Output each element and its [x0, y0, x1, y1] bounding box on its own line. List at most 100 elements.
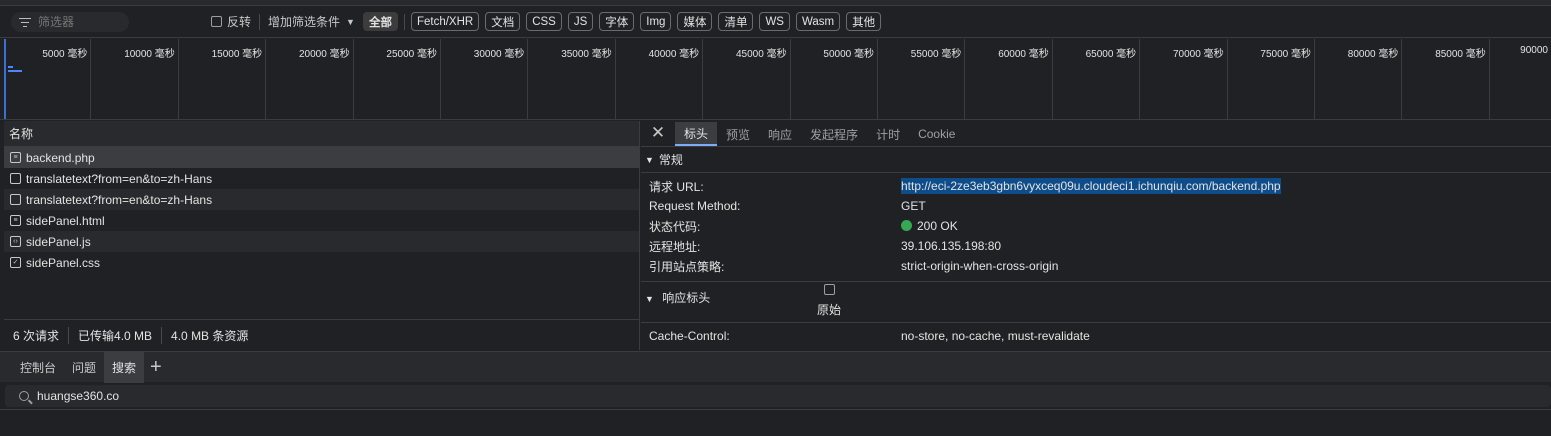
request-details-panel: ✕ 标头 预览 响应 发起程序 计时 Cookie ▼ 常规 请求 URL: h…: [641, 121, 1551, 350]
tab-console[interactable]: 控制台: [12, 352, 64, 383]
tab-search[interactable]: 搜索: [104, 351, 145, 383]
waterfall-overview[interactable]: 5000 毫秒 10000 毫秒 15000 毫秒 20000 毫秒 25000 毫秒 3…: [0, 39, 1551, 120]
timeline-tick-label: 40000 毫秒: [616, 39, 704, 119]
invert-checkbox-box[interactable]: [211, 16, 222, 27]
more-filters-label: 增加筛选条件: [268, 15, 341, 29]
request-row[interactable]: ‹› sidePanel.js: [4, 231, 639, 252]
add-tab-icon[interactable]: +: [150, 357, 162, 377]
request-row[interactable]: ≡ sidePanel.html: [4, 210, 639, 231]
caret-down-icon: ▼: [346, 16, 355, 27]
general-section-header[interactable]: ▼ 常规: [641, 147, 1551, 173]
tab-headers[interactable]: 标头: [675, 122, 718, 146]
more-filters-dropdown[interactable]: 增加筛选条件 ▼: [268, 13, 355, 30]
chip-css[interactable]: CSS: [526, 12, 562, 31]
timeline-tick-label: 25000 毫秒: [354, 39, 441, 119]
general-key: Request Method:: [649, 199, 741, 213]
timeline-tick-label: 55000 毫秒: [878, 39, 966, 119]
expand-triangle-icon: ▼: [645, 154, 654, 165]
xhr-icon: [10, 173, 21, 184]
tab-preview[interactable]: 预览: [717, 122, 759, 146]
filter-input[interactable]: [38, 14, 118, 29]
chip-wasm[interactable]: Wasm: [795, 12, 841, 31]
response-headers-title-wrap: ▼ 响应标头: [645, 289, 710, 306]
script-icon: ‹›: [10, 236, 21, 247]
timeline-tick-label: 90000: [1520, 45, 1548, 56]
raw-label: 原始: [817, 303, 842, 317]
document-icon: ≡: [10, 215, 21, 226]
general-row: 请求 URL: http://eci-2ze3eb3gbn6vyxceq09u.…: [641, 176, 1551, 196]
response-headers-section-header[interactable]: ▼ 响应标头 原始: [641, 281, 1551, 323]
chip-media[interactable]: 媒体: [677, 12, 713, 31]
request-url-value[interactable]: http://eci-2ze3eb3gbn6vyxceq09u.cloudeci…: [901, 178, 1281, 194]
tab-issues[interactable]: 问题: [64, 352, 104, 383]
raw-toggle[interactable]: 原始: [817, 284, 841, 318]
response-header-key: Cache-Control:: [649, 329, 730, 343]
drawer-tabs: 控制台 问题 搜索 +: [0, 351, 1551, 383]
timeline-tick-label: 5000 毫秒: [4, 39, 92, 119]
referrer-policy-value: strict-origin-when-cross-origin: [901, 259, 1059, 273]
resources-size: 4.0 MB 条资源: [171, 328, 249, 343]
chip-fetch-xhr[interactable]: Fetch/XHR: [410, 12, 480, 31]
tab-timing[interactable]: 计时: [867, 122, 909, 146]
general-key: 远程地址:: [649, 239, 701, 254]
filter-box[interactable]: [11, 11, 129, 32]
general-title: 常规: [658, 153, 683, 167]
chip-doc[interactable]: 文档: [485, 12, 521, 31]
chip-font[interactable]: 字体: [599, 12, 635, 31]
chip-all[interactable]: 全部: [362, 12, 398, 31]
status-code-text: 200 OK: [917, 219, 958, 233]
general-row: 引用站点策略: strict-origin-when-cross-origin: [641, 256, 1551, 276]
request-method-value: GET: [901, 199, 926, 213]
timeline-tick-label: 60000 毫秒: [965, 39, 1053, 119]
request-list-panel: 名称 ≡ backend.php translatetext?from=en&to=…: [4, 121, 640, 350]
request-name: sidePanel.html: [26, 213, 105, 228]
request-row[interactable]: ≡ backend.php: [4, 147, 639, 168]
tab-response[interactable]: 响应: [759, 122, 801, 146]
raw-checkbox[interactable]: [823, 284, 835, 295]
document-icon: ≡: [10, 152, 21, 163]
timeline-tick-label: 10000 毫秒: [91, 39, 179, 119]
chip-img[interactable]: Img: [640, 12, 672, 31]
timeline-tick-label: 45000 毫秒: [703, 39, 791, 119]
remote-address-value: 39.106.135.198:80: [901, 239, 1002, 253]
request-name: sidePanel.css: [26, 255, 101, 270]
invert-checkbox[interactable]: 反转: [211, 13, 251, 30]
close-icon[interactable]: ✕: [641, 120, 675, 146]
general-row: 远程地址: 39.106.135.198:80: [641, 236, 1551, 256]
divider: [403, 13, 405, 30]
request-row[interactable]: translatetext?from=en&to=zh-Hans: [4, 189, 639, 210]
general-row: 状态代码: 200 OK: [641, 216, 1551, 236]
expand-triangle-icon: ▼: [645, 294, 654, 304]
request-name: translatetext?from=en&to=zh-Hans: [26, 171, 213, 186]
general-key: 请求 URL:: [649, 179, 704, 194]
request-name: translatetext?from=en&to=zh-Hans: [26, 192, 213, 207]
invert-label: 反转: [227, 15, 252, 29]
timeline-tick-label: 70000 毫秒: [1140, 39, 1228, 119]
filter-bar: 反转 增加筛选条件 ▼ 全部 Fetch/XHR 文档 CSS JS 字体 Im…: [0, 6, 1551, 38]
chip-manifest[interactable]: 清单: [718, 12, 754, 31]
tab-cookies[interactable]: Cookie: [909, 122, 964, 146]
request-row[interactable]: translatetext?from=en&to=zh-Hans: [4, 168, 639, 189]
search-results-area: [0, 409, 1551, 436]
timeline-tick-label: 85000 毫秒: [1402, 39, 1490, 119]
chip-ws[interactable]: WS: [759, 12, 790, 31]
status-code-value: 200 OK: [901, 219, 958, 233]
request-row[interactable]: ✓ sidePanel.css: [4, 252, 639, 273]
name-column-header[interactable]: 名称: [4, 121, 639, 147]
transferred-size: 已传输4.0 MB: [78, 326, 163, 344]
request-name: backend.php: [26, 150, 95, 165]
general-key: 引用站点策略:: [649, 259, 725, 274]
timeline-tick-label: 15000 毫秒: [179, 39, 267, 119]
request-list: ≡ backend.php translatetext?from=en&to=zh-…: [4, 147, 639, 273]
chip-other[interactable]: 其他: [846, 12, 882, 31]
general-key: 状态代码:: [649, 219, 701, 234]
chip-js[interactable]: JS: [567, 12, 594, 31]
search-input[interactable]: [37, 389, 437, 403]
stylesheet-icon: ✓: [10, 257, 21, 268]
request-name: sidePanel.js: [26, 234, 91, 249]
general-list: 请求 URL: http://eci-2ze3eb3gbn6vyxceq09u.…: [641, 173, 1551, 276]
search-bar: [5, 385, 1551, 407]
summary-bar: 6 次请求 已传输4.0 MB 4.0 MB 条资源: [4, 319, 640, 350]
timeline-tick-label: 65000 毫秒: [1053, 39, 1141, 119]
tab-initiator[interactable]: 发起程序: [801, 122, 867, 146]
